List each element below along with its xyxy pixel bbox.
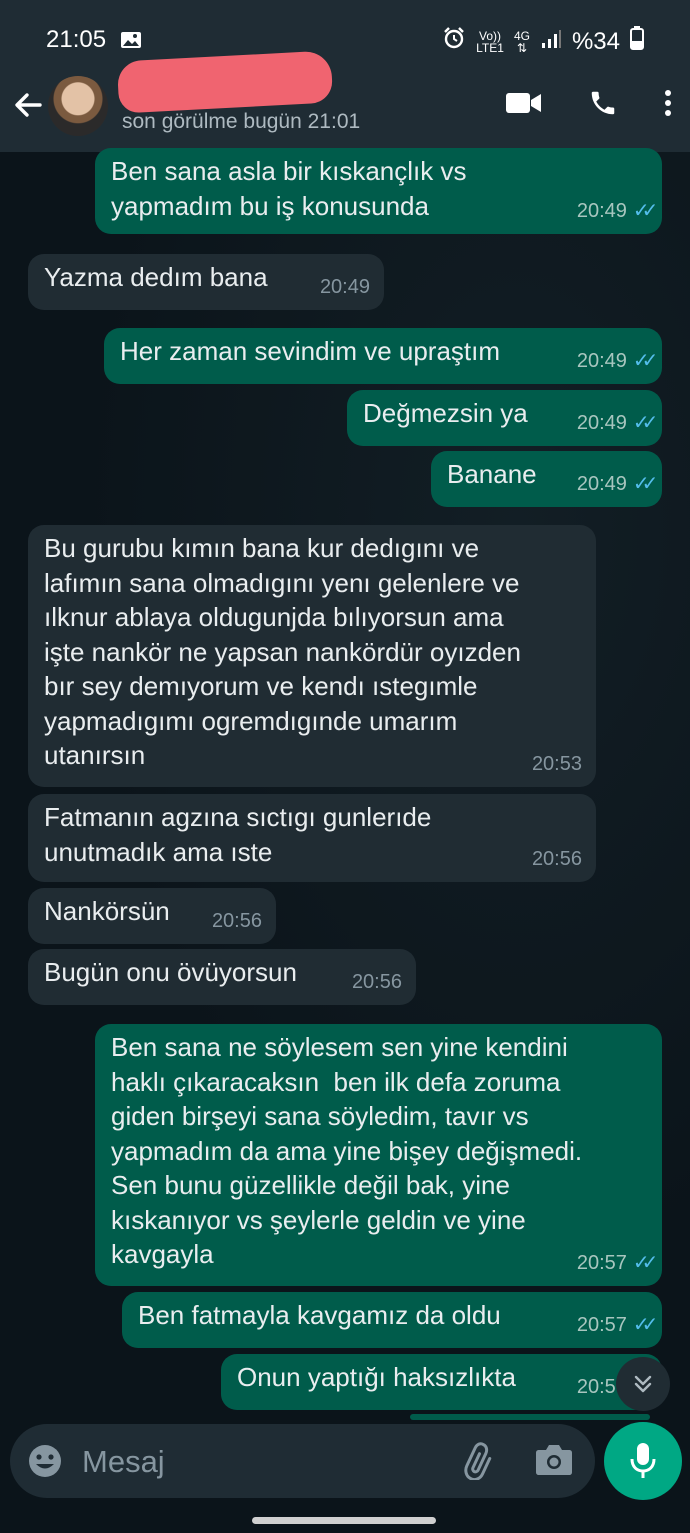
mic-icon[interactable] <box>604 1422 682 1500</box>
more-vert-icon[interactable] <box>664 89 672 122</box>
read-receipt-icon: ✓✓ <box>632 1313 659 1336</box>
read-receipt-icon: ✓✓ <box>632 411 659 434</box>
phone-icon[interactable] <box>588 88 618 123</box>
message-outgoing[interactable]: Onun yaptığı haksızlıkta 20:57✓✓ <box>221 1354 662 1410</box>
chevron-double-down-icon[interactable] <box>616 1357 670 1411</box>
video-call-icon[interactable] <box>506 91 542 120</box>
read-receipt-icon: ✓✓ <box>632 199 659 222</box>
status-bar: 21:05 Vo)) LTE1 4G ⇅ %34 <box>0 0 690 70</box>
system-nav-bar <box>0 1503 690 1533</box>
read-receipt-icon: ✓✓ <box>632 1251 659 1274</box>
battery-text: %34 <box>571 27 620 55</box>
network-type: 4G ⇅ <box>513 28 530 55</box>
partial-message <box>410 1414 650 1420</box>
last-seen: son görülme bugün 21:01 <box>122 110 361 133</box>
camera-icon[interactable] <box>535 1442 573 1481</box>
message-incoming[interactable]: Yazma dedım bana 20:49 <box>28 254 384 310</box>
message-incoming[interactable]: Fatmanın agzına sıctıgı gunlerıde unutma… <box>28 794 596 882</box>
message-input[interactable] <box>80 1438 424 1486</box>
chat-header: H son görülme bugün 21:01 <box>0 50 690 152</box>
status-time: 21:05 <box>46 26 107 53</box>
redaction-mark <box>116 50 334 114</box>
volte-indicator: Vo)) LTE1 <box>476 28 504 55</box>
battery-icon <box>630 26 644 57</box>
message-composer <box>10 1424 595 1498</box>
gallery-notification-icon <box>120 28 142 56</box>
message-incoming[interactable]: Bugün onu övüyorsun 20:56 <box>28 949 416 1005</box>
home-gesture-pill[interactable] <box>252 1517 436 1524</box>
read-receipt-icon: ✓✓ <box>632 472 659 495</box>
paperclip-icon[interactable] <box>460 1442 500 1485</box>
arrow-left-icon[interactable] <box>12 88 46 122</box>
alarm-icon <box>442 26 466 57</box>
read-receipt-icon: ✓✓ <box>632 349 659 372</box>
emoji-icon[interactable] <box>26 1442 64 1485</box>
message-outgoing[interactable]: Değmezsin ya 20:49 ✓✓ <box>347 390 662 446</box>
message-outgoing[interactable]: Ben sana asla bir kıskançlık vs yapmadım… <box>95 148 662 234</box>
message-outgoing[interactable]: Ben sana ne söylesem sen yine kendini ha… <box>95 1024 662 1286</box>
message-list[interactable]: Ben sana asla bir kıskançlık vs yapmadım… <box>0 148 690 1420</box>
message-incoming[interactable]: Nankörsün 20:56 <box>28 888 276 944</box>
signal-icon <box>540 28 562 56</box>
message-outgoing[interactable]: Her zaman sevindim ve upraştım 20:49 ✓✓ <box>104 328 662 384</box>
message-incoming[interactable]: Bu gurubu kımın bana kur dedıgını ve laf… <box>28 525 596 787</box>
avatar[interactable] <box>48 76 108 136</box>
message-outgoing[interactable]: Banane 20:49 ✓✓ <box>431 451 662 507</box>
message-outgoing[interactable]: Ben fatmayla kavgamız da oldu 20:57 ✓✓ <box>122 1292 662 1348</box>
